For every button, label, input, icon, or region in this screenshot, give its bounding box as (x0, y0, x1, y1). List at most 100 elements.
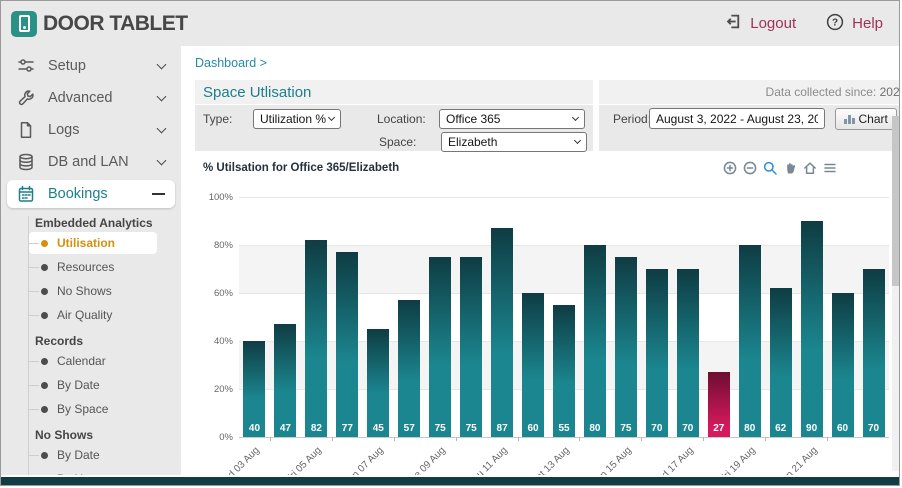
bar[interactable]: 62 (770, 288, 792, 437)
bar[interactable]: 82 (305, 240, 327, 437)
tree-section-title: Embedded Analytics (35, 216, 181, 230)
bar[interactable]: 70 (863, 269, 885, 437)
bar[interactable]: 70 (646, 269, 668, 437)
tree-item-no-shows[interactable]: No Shows (29, 280, 181, 302)
app-window: DOOR TABLET Logout ? Help Setup Advanced L… (0, 0, 900, 486)
bar[interactable]: 60 (522, 293, 544, 437)
help-button[interactable]: ? Help (826, 13, 883, 35)
breadcrumb[interactable]: Dashboard > (195, 56, 267, 70)
doortablet-logo-icon (11, 11, 37, 37)
bar[interactable]: 47 (274, 324, 296, 437)
tree-item-resources[interactable]: Resources (29, 256, 181, 278)
x-axis-tick (703, 437, 704, 441)
top-bar: DOOR TABLET Logout ? Help (1, 1, 899, 46)
utilisation-chart: % Utilsation for Office 365/Elizabeth 10… (193, 153, 885, 475)
chevron-down-icon[interactable] (157, 123, 167, 133)
chart-button[interactable]: Chart (835, 108, 897, 130)
scrollbar-thumb[interactable] (892, 116, 899, 286)
tree-section-title: No Shows (35, 428, 181, 442)
bar-value-label: 70 (677, 423, 699, 434)
file-icon (17, 121, 35, 139)
sidebar-item-label: DB and LAN (48, 154, 129, 170)
bar-value-label: 27 (708, 423, 730, 434)
chevron-down-icon (328, 114, 335, 121)
vertical-scrollbar[interactable] (892, 116, 899, 471)
help-icon: ? (826, 13, 844, 35)
zoom-in-icon[interactable] (723, 161, 737, 175)
app-logo-text: DOOR TABLET (43, 12, 188, 36)
bar[interactable]: 75 (429, 257, 451, 437)
bar[interactable]: 55 (553, 305, 575, 437)
bar[interactable]: 80 (584, 245, 606, 437)
sidebar-item-setup[interactable]: Setup (7, 52, 175, 80)
bar[interactable]: 87 (491, 228, 513, 437)
x-axis-tick (765, 437, 766, 441)
bar[interactable]: 40 (243, 341, 265, 437)
tree-item-by-user[interactable]: By User (29, 468, 181, 475)
chart-title: % Utilsation for Office 365/Elizabeth (203, 162, 399, 174)
grid-band (239, 197, 889, 245)
bar[interactable]: 70 (677, 269, 699, 437)
bar[interactable]: 90 (801, 221, 823, 437)
logout-button[interactable]: Logout (725, 13, 796, 34)
collapse-minus-icon[interactable] (152, 193, 165, 196)
filter-panel: Space Utlisation Type: Utilization % Loc… (195, 80, 873, 151)
zoom-out-icon[interactable] (743, 161, 757, 175)
sliders-icon (17, 57, 35, 75)
x-axis-tick (827, 437, 828, 441)
location-select[interactable]: Office 365 (439, 109, 585, 129)
menu-icon[interactable] (823, 161, 837, 175)
type-select[interactable]: Utilization % (253, 109, 341, 129)
x-axis-tick (579, 437, 580, 441)
data-collected-since: Data collected since: 2021-07-14 (599, 85, 899, 99)
y-axis-tick-label: 80% (193, 240, 233, 251)
bar-value-label: 70 (863, 423, 885, 434)
bar-value-label: 80 (584, 423, 606, 434)
tree-item-utilisation[interactable]: Utilisation (29, 232, 157, 254)
sidebar: Setup Advanced Logs DB and LAN Bookings Embe… (1, 46, 181, 475)
bar[interactable]: 75 (460, 257, 482, 437)
sidebar-item-logs[interactable]: Logs (7, 116, 175, 144)
tree-item-by-date[interactable]: By Date (29, 444, 181, 466)
bar[interactable]: 45 (367, 329, 389, 437)
tree-item-by-date[interactable]: By Date (29, 374, 181, 396)
bar-highlighted[interactable]: 27 (708, 372, 730, 437)
location-label: Location: (377, 112, 439, 126)
x-axis-tick (332, 437, 333, 441)
period-input[interactable] (649, 108, 825, 129)
bar[interactable]: 80 (739, 245, 761, 437)
bar[interactable]: 60 (832, 293, 854, 437)
pan-icon[interactable] (783, 161, 797, 175)
chevron-down-icon (572, 114, 579, 121)
home-icon[interactable] (803, 161, 817, 175)
tree-item-calendar[interactable]: Calendar (29, 350, 181, 372)
sidebar-item-advanced[interactable]: Advanced (7, 84, 175, 112)
tree-item-air-quality[interactable]: Air Quality (29, 304, 181, 326)
sidebar-item-label: Setup (48, 58, 86, 74)
x-axis-tick-label: Tue 09 Aug (384, 445, 448, 475)
tree-item-by-space[interactable]: By Space (29, 398, 181, 420)
tree-section-title: Records (35, 334, 181, 348)
bar-value-label: 75 (615, 423, 637, 434)
bullet-icon (41, 452, 48, 459)
chevron-down-icon[interactable] (157, 155, 167, 165)
chevron-down-icon[interactable] (157, 59, 167, 69)
bar-value-label: 62 (770, 423, 792, 434)
y-axis-tick-label: 0% (193, 432, 233, 443)
chevron-down-icon[interactable] (157, 91, 167, 101)
bar[interactable]: 75 (615, 257, 637, 437)
footer-bar (1, 477, 899, 485)
y-axis-tick-label: 60% (193, 288, 233, 299)
zoom-selection-icon[interactable] (763, 161, 777, 175)
sidebar-item-bookings[interactable]: Bookings (7, 180, 175, 208)
bar[interactable]: 77 (336, 252, 358, 437)
x-axis-tick-label: Wed 03 Aug (198, 445, 262, 475)
bar[interactable]: 57 (398, 300, 420, 437)
space-select[interactable]: Elizabeth (441, 132, 587, 152)
type-label: Type: (201, 112, 253, 126)
bullet-icon (41, 288, 48, 295)
sidebar-item-db-and-lan[interactable]: DB and LAN (7, 148, 175, 176)
bar-value-label: 77 (336, 423, 358, 434)
calendar-icon (17, 185, 35, 203)
bar-value-label: 47 (274, 423, 296, 434)
